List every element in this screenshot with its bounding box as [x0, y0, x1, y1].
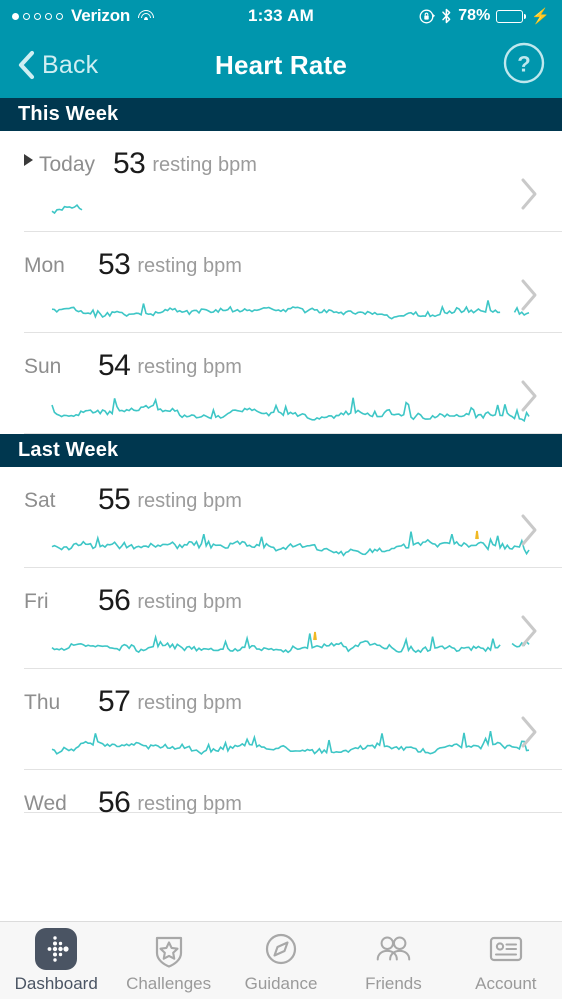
heart-rate-row[interactable]: Thu 57 resting bpm [0, 669, 562, 769]
row-bpm-value: 55 [98, 483, 131, 516]
heart-rate-sparkline [0, 274, 562, 332]
row-bpm-unit: resting bpm [152, 154, 257, 176]
heart-rate-row[interactable]: Today 53 resting bpm [0, 131, 562, 231]
row-day-label: Today [39, 153, 96, 176]
svg-text:?: ? [517, 51, 530, 76]
compass-icon [260, 928, 302, 970]
status-bar: Verizon 1:33 AM 78% ⚡ [0, 0, 562, 32]
row-summary: Thu 57 resting bpm [0, 669, 562, 718]
row-disclosure-chevron[interactable] [518, 513, 540, 552]
battery-icon [496, 9, 527, 23]
heart-rate-row[interactable]: Fri 56 resting bpm [0, 568, 562, 668]
row-summary: Sun 54 resting bpm [0, 333, 562, 382]
tab-friends-label: Friends [365, 973, 422, 993]
battery-percent-label: 78% [458, 7, 491, 24]
back-button[interactable]: Back [16, 49, 98, 81]
chevron-right-icon [521, 279, 537, 311]
tab-dashboard-label: Dashboard [14, 973, 98, 993]
row-day-label: Mon [24, 254, 65, 277]
heart-rate-row[interactable]: Sun 54 resting bpm [0, 333, 562, 433]
chevron-right-icon [521, 615, 537, 647]
help-button[interactable]: ? [502, 41, 546, 90]
heart-rate-sparkline [0, 375, 562, 433]
row-disclosure-chevron[interactable] [518, 278, 540, 317]
status-bar-right: 78% ⚡ [419, 7, 550, 25]
row-bpm-unit: resting bpm [137, 692, 242, 714]
tab-guidance-label: Guidance [244, 973, 318, 993]
heart-rate-list: This Week Today 53 resting bpm Mon 53 resting … [0, 98, 562, 819]
shield-star-icon [148, 928, 190, 970]
row-bpm-value: 56 [98, 786, 131, 819]
section-header: Last Week [0, 434, 562, 467]
row-bpm-value: 53 [113, 147, 146, 180]
heart-rate-sparkline [0, 610, 562, 668]
two-people-icon [372, 928, 414, 970]
tab-account-label: Account [475, 973, 537, 993]
row-day-label: Wed [24, 792, 67, 815]
section-header: This Week [0, 98, 562, 131]
bluetooth-icon [442, 8, 451, 24]
tab-guidance[interactable]: Guidance [225, 928, 337, 994]
row-bpm-unit: resting bpm [137, 490, 242, 512]
heart-rate-screen: Verizon 1:33 AM 78% ⚡ Back Heart Rate ? … [0, 0, 562, 999]
id-card-icon [485, 928, 527, 970]
heart-rate-sparkline [0, 173, 562, 231]
row-summary: Mon 53 resting bpm [0, 232, 562, 281]
status-bar-left: Verizon [12, 6, 155, 26]
charging-bolt-icon: ⚡ [531, 7, 550, 25]
row-summary: Sat 55 resting bpm [0, 467, 562, 516]
heart-rate-row[interactable]: Sat 55 resting bpm [0, 467, 562, 567]
heart-rate-row[interactable]: Mon 53 resting bpm [0, 232, 562, 332]
tab-dashboard[interactable]: Dashboard [0, 927, 112, 994]
rotation-lock-icon [419, 9, 436, 23]
chevron-right-icon [521, 514, 537, 546]
row-summary: Today 53 resting bpm [0, 131, 562, 180]
row-disclosure-chevron[interactable] [518, 379, 540, 418]
today-marker-icon [24, 154, 33, 166]
row-day-label: Fri [24, 590, 49, 613]
chevron-left-icon [18, 50, 35, 80]
row-day-label: Sat [24, 489, 56, 512]
fitbit-dots-icon [35, 927, 78, 970]
row-bpm-unit: resting bpm [137, 793, 242, 815]
heart-rate-sparkline [0, 711, 562, 769]
wifi-icon [138, 9, 155, 23]
row-day-label: Sun [24, 355, 62, 378]
row-bpm-unit: resting bpm [137, 591, 242, 613]
nav-bar: Back Heart Rate ? [0, 32, 562, 98]
tab-bar: Dashboard Challenges Guidance Friends Ac… [0, 921, 562, 999]
tab-challenges-label: Challenges [126, 973, 212, 993]
row-bpm-unit: resting bpm [137, 255, 242, 277]
row-bpm-value: 56 [98, 584, 131, 617]
chevron-right-icon [521, 380, 537, 412]
chevron-right-icon [521, 178, 537, 210]
tab-challenges[interactable]: Challenges [112, 928, 224, 994]
tab-friends[interactable]: Friends [337, 928, 449, 994]
row-bpm-value: 57 [98, 685, 131, 718]
row-bpm-unit: resting bpm [137, 356, 242, 378]
row-disclosure-chevron[interactable] [518, 177, 540, 216]
chevron-right-icon [521, 716, 537, 748]
signal-strength-icon [12, 12, 63, 20]
row-disclosure-chevron[interactable] [518, 614, 540, 653]
row-summary: Wed 56 resting bpm [0, 770, 562, 819]
row-disclosure-chevron[interactable] [518, 715, 540, 754]
question-mark-circle-icon: ? [503, 42, 545, 83]
row-bpm-value: 54 [98, 349, 131, 382]
row-day-label: Thu [24, 691, 61, 714]
tab-account[interactable]: Account [450, 928, 562, 994]
row-summary: Fri 56 resting bpm [0, 568, 562, 617]
row-bpm-value: 53 [98, 248, 131, 281]
heart-rate-sparkline [0, 509, 562, 567]
carrier-label: Verizon [71, 6, 131, 25]
heart-rate-row[interactable]: Wed 56 resting bpm [0, 770, 562, 819]
back-button-label: Back [42, 50, 99, 79]
